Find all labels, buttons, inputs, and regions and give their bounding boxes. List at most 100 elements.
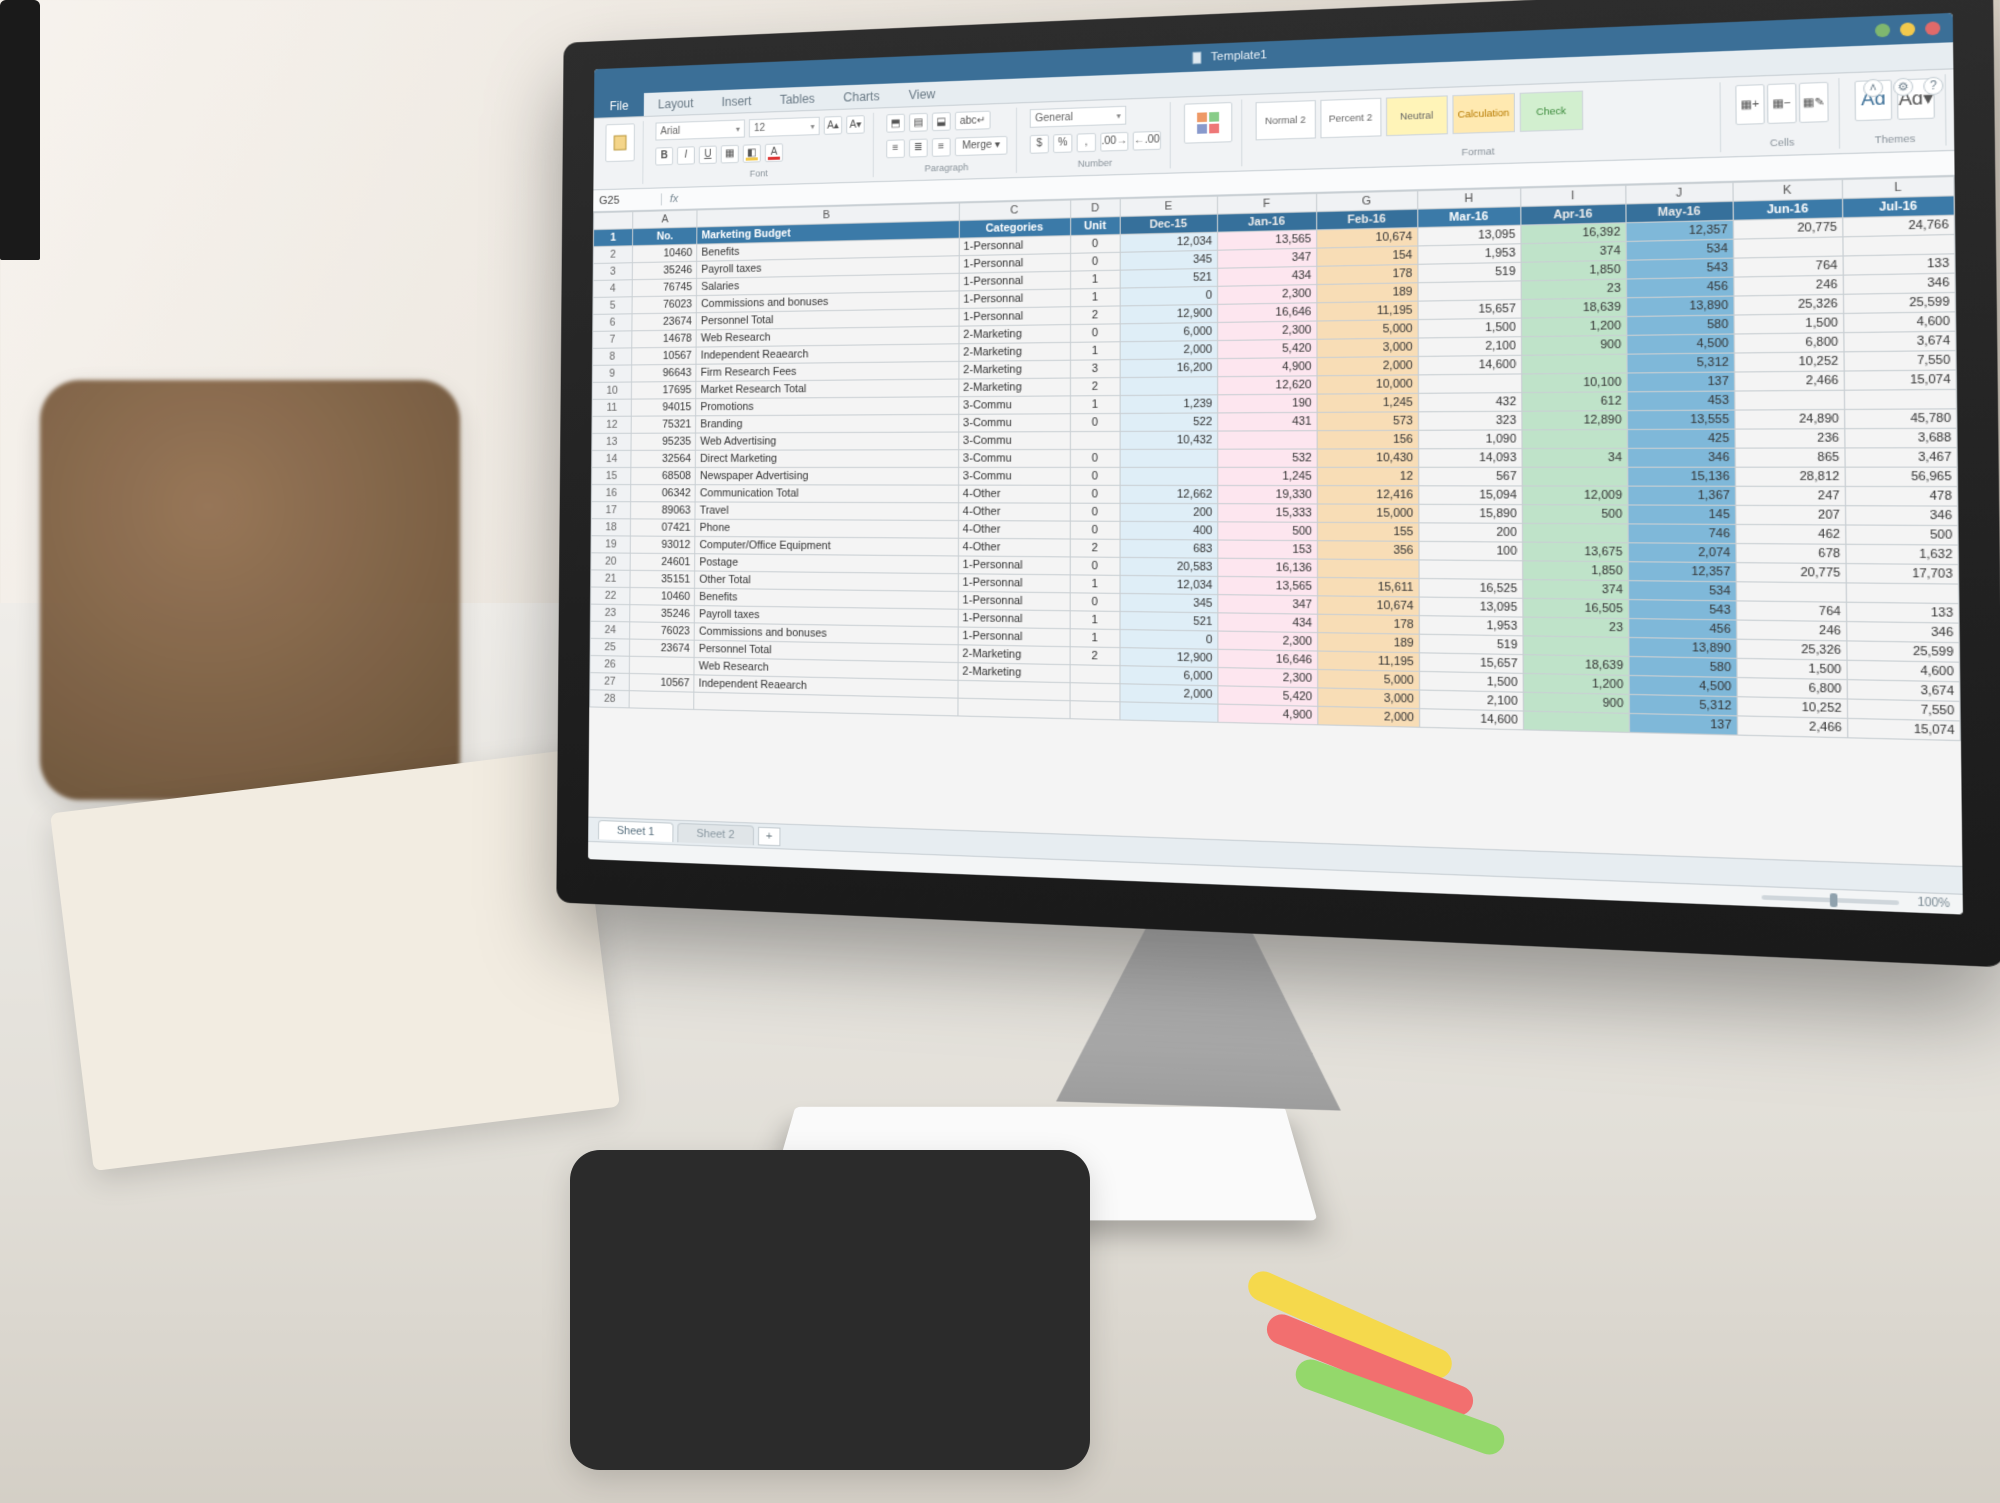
hdr-Apr-16[interactable]: Apr-16 (1521, 204, 1626, 225)
cell[interactable]: 2,300 (1217, 631, 1317, 651)
cell[interactable]: 12 (1317, 467, 1419, 486)
cell[interactable]: 1-Personnal (958, 609, 1070, 629)
cell[interactable]: 236 (1735, 429, 1845, 448)
cell[interactable]: 10,432 (1120, 431, 1218, 449)
cell[interactable]: 2,300 (1217, 321, 1316, 341)
border-button[interactable]: ▦ (721, 144, 739, 163)
row-header-27[interactable]: 27 (590, 673, 630, 691)
cell[interactable]: 356 (1317, 541, 1419, 560)
cell[interactable]: 76023 (630, 622, 694, 640)
cell[interactable]: 3,467 (1845, 448, 1957, 467)
cell[interactable]: 75321 (632, 416, 696, 433)
cell[interactable]: 4,500 (1629, 675, 1737, 696)
cell[interactable]: 3,000 (1317, 688, 1419, 709)
cell[interactable]: 13,890 (1626, 296, 1734, 317)
cell[interactable]: 764 (1736, 601, 1846, 622)
row-header-9[interactable]: 9 (592, 365, 632, 382)
cell[interactable]: 15,074 (1847, 718, 1960, 740)
font-color-button[interactable]: A (765, 143, 783, 162)
cell[interactable]: 190 (1217, 394, 1316, 413)
cell[interactable]: 178 (1316, 264, 1417, 284)
cell[interactable]: 1-Personnal (958, 574, 1070, 593)
cell[interactable]: 2-Marketing (958, 663, 1070, 683)
cell[interactable]: 1,090 (1418, 430, 1522, 449)
cell[interactable] (1522, 523, 1628, 542)
cell[interactable]: 2,000 (1120, 684, 1218, 704)
align-center-button[interactable]: ≣ (909, 138, 928, 157)
cell[interactable]: 15,657 (1418, 299, 1521, 319)
settings-icon[interactable]: ⚙ (1893, 78, 1913, 97)
cell[interactable]: 1 (1070, 270, 1119, 289)
cell[interactable]: 683 (1120, 539, 1218, 558)
cell[interactable]: 32564 (631, 450, 695, 467)
cell[interactable]: 247 (1735, 486, 1845, 505)
cell[interactable]: 12,900 (1120, 648, 1218, 668)
cell[interactable]: 346 (1846, 622, 1959, 643)
menu-layout[interactable]: Layout (644, 91, 707, 116)
cell[interactable]: 4,900 (1218, 704, 1318, 725)
cell[interactable]: 521 (1120, 268, 1217, 288)
cell[interactable]: 1 (1070, 629, 1120, 648)
font-name-select[interactable]: Arial (655, 119, 745, 140)
cell[interactable]: 93012 (631, 536, 695, 554)
cell[interactable]: 580 (1629, 656, 1737, 677)
cell[interactable]: 4-Other (958, 538, 1070, 557)
cell[interactable]: Phone (695, 519, 958, 538)
cell[interactable]: 19,330 (1217, 485, 1317, 503)
cell[interactable]: 0 (1070, 593, 1120, 612)
hdr-Jan-16[interactable]: Jan-16 (1217, 212, 1316, 232)
cell[interactable]: 56,965 (1845, 467, 1958, 486)
cell[interactable]: 178 (1317, 614, 1419, 634)
column-header-D[interactable]: D (1070, 199, 1119, 218)
cell[interactable]: Newspaper Advertising (695, 467, 958, 485)
window-maximize-button[interactable] (1900, 22, 1915, 36)
cell[interactable] (1523, 711, 1629, 732)
cell[interactable]: 7,550 (1847, 699, 1960, 721)
cell[interactable]: 1,850 (1521, 260, 1626, 281)
cell[interactable]: 94015 (632, 399, 696, 417)
cell[interactable]: 1,953 (1419, 616, 1523, 636)
cell[interactable]: 746 (1628, 524, 1736, 544)
cell[interactable]: 200 (1419, 523, 1523, 542)
cell[interactable]: 462 (1736, 524, 1846, 544)
row-header-14[interactable]: 14 (592, 450, 632, 467)
cell[interactable]: 1,500 (1419, 671, 1523, 692)
cell[interactable]: 133 (1843, 254, 1955, 275)
cell[interactable] (1317, 559, 1419, 578)
hdr-Jul-16[interactable]: Jul-16 (1842, 196, 1954, 218)
cell[interactable]: 12,034 (1120, 232, 1217, 252)
cell[interactable]: 346 (1845, 506, 1958, 526)
cell[interactable]: 189 (1316, 283, 1417, 303)
hdr-Mar-16[interactable]: Mar-16 (1417, 207, 1520, 228)
row-header-4[interactable]: 4 (593, 280, 633, 298)
sheet-tab-1[interactable]: Sheet 1 (598, 820, 673, 842)
cell[interactable] (1843, 234, 1955, 256)
comma-button[interactable]: , (1077, 132, 1096, 151)
cell[interactable]: 1,850 (1522, 561, 1628, 581)
cell[interactable] (1070, 683, 1120, 702)
cell[interactable]: 1,953 (1418, 244, 1521, 265)
cell[interactable]: 155 (1317, 522, 1419, 541)
cell[interactable]: 500 (1217, 522, 1317, 541)
cell[interactable]: 13,095 (1417, 225, 1520, 246)
cell[interactable]: 137 (1629, 713, 1737, 735)
cell[interactable]: 12,900 (1120, 304, 1217, 323)
cell[interactable]: 0 (1120, 630, 1218, 650)
cell[interactable]: 15,094 (1418, 486, 1522, 505)
cell[interactable] (1522, 430, 1628, 449)
cell[interactable]: 1,200 (1523, 673, 1629, 694)
align-bottom-button[interactable]: ⬓ (932, 112, 951, 131)
cell[interactable]: 519 (1418, 262, 1521, 282)
cell[interactable]: 0 (1070, 485, 1120, 503)
cell[interactable]: 453 (1627, 391, 1735, 411)
spreadsheet-grid[interactable]: ABCDEFGHIJKL 1 No. Marketing Budget Cate… (588, 176, 1962, 866)
cell[interactable]: 345 (1120, 593, 1218, 612)
cell[interactable]: 96643 (632, 364, 696, 382)
row-header-2[interactable]: 2 (593, 246, 633, 264)
cell[interactable]: 5,000 (1317, 669, 1419, 690)
cell[interactable]: 1,500 (1418, 318, 1521, 338)
row-header-12[interactable]: 12 (592, 416, 632, 433)
cell[interactable]: 4,600 (1843, 312, 1955, 333)
cell[interactable]: 1-Personnal (958, 591, 1070, 610)
cell[interactable]: 678 (1736, 544, 1846, 564)
